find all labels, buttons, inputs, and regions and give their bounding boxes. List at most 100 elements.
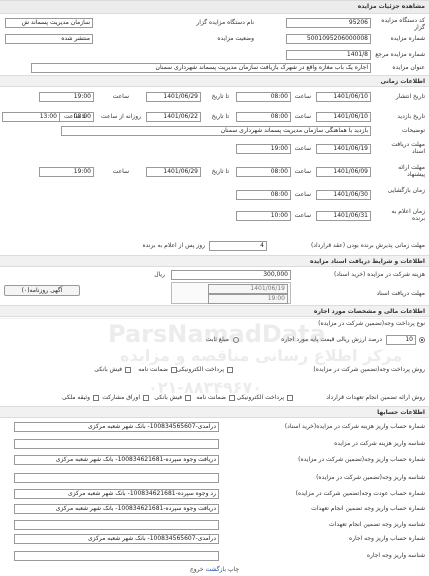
financial-section-header: اطلاعات مالی و مشخصات مورد اجاره [0, 305, 429, 317]
account-row-label: شناسه واریز وجه تضمین انجام تعهدات [329, 521, 425, 528]
pay-option-electronic-checkbox[interactable] [227, 367, 233, 373]
opening-label: زمان بازگشایی [387, 187, 425, 194]
account-row-label: شناسه واریز وجه(تضمین شرکت در مزایده) [316, 474, 425, 481]
visit-to-date-label: تا تاریخ [211, 113, 229, 120]
contract-option-electronic: پرداخت الکترونیکی [236, 394, 284, 401]
contract-option-bonds-checkbox[interactable] [143, 395, 149, 401]
visit-time-label: ساعت [294, 113, 311, 120]
receive-deadline-box: 1401/06/19 19:00 [171, 282, 291, 304]
pay-option-guarantee-checkbox[interactable] [171, 367, 177, 373]
bid-to-time: 19:00 [39, 167, 94, 177]
contract-option-bonds: اوراق مشارکت [102, 394, 140, 401]
contract-option-guarantee: ضمانت نامه [196, 394, 226, 401]
account-row-label: شناسه واریز هزینه شرکت در مزایده [334, 440, 425, 447]
exit-link[interactable]: خروج [190, 566, 204, 573]
winner-time: 10:00 [236, 211, 291, 221]
contract-option-property: وثیقه ملکی [61, 394, 90, 401]
opening-time-label: ساعت [294, 191, 311, 198]
doc-deadline-label: مهلت دریافت اسناد [391, 141, 425, 155]
footer: چاپ بازگشت خروج [0, 566, 429, 573]
visit-daily-to-label: تا ساعت [64, 113, 86, 120]
pay-method-label: روش پرداخت وجه(تضمین شرکت در مزایده) [313, 366, 425, 373]
contract-days-field: 4 [209, 241, 267, 251]
visit-from-date: 1401/06/10 [316, 112, 371, 122]
publish-time-label: ساعت [294, 93, 311, 100]
account-row-value [14, 473, 219, 483]
bid-deadline-label: مهلت ارائه پیشنهاد [398, 164, 425, 178]
percent-radio[interactable] [419, 337, 425, 343]
desc-label: توضیحات [401, 127, 425, 134]
docs-section-title: اطلاعات و شرایط دریافت اسناد مزایده [309, 258, 425, 265]
account-row-value: درآمدی-100834565607- بانک شهر شعبه مرکزی [14, 422, 219, 432]
print-link[interactable]: چاپ [228, 566, 239, 573]
financial-section-title: اطلاعات مالی و مشخصات مورد اجاره [313, 308, 425, 315]
page-title: مشاهده جزئیات مزایده [357, 3, 425, 10]
contract-option-electronic-checkbox[interactable] [287, 395, 293, 401]
visit-from-time: 08:00 [236, 112, 291, 122]
back-link[interactable]: بازگشت [206, 566, 227, 573]
bid-time-label: ساعت [294, 168, 311, 175]
timing-section-header: اطلاعات زمانی [0, 75, 429, 87]
account-row-label: شماره حساب واریز هزینه شرکت در مزایده(خر… [284, 423, 425, 430]
opening-time: 08:00 [236, 190, 291, 200]
auction-no-label: شماره مزایده [390, 35, 425, 42]
percent-field: 10 [386, 335, 416, 345]
accounts-section-title: اطلاعات حسابها [377, 409, 425, 416]
watermark-rule [0, 318, 429, 319]
winner-time-label: ساعت [294, 212, 311, 219]
pay-option-electronic: پرداخت الکترونیکی [176, 366, 224, 373]
account-row-label: شماره حساب عودت وجه(تضمین شرکت در مزایده… [295, 490, 425, 497]
doc-deadline-time: 19:00 [236, 144, 291, 154]
bid-to-time-label: ساعت [112, 168, 129, 175]
pay-option-receipt-checkbox[interactable] [125, 367, 131, 373]
page-title-bar: مشاهده جزئیات مزایده [0, 0, 429, 14]
guarantee-type-label: نوع پرداخت وجه(تضمین شرکت در مزایده) [318, 320, 425, 327]
contract-option-receipt: فیش بانکی [154, 394, 182, 401]
receive-date: 1401/06/19 [208, 284, 288, 294]
publish-from-date: 1401/06/10 [316, 92, 371, 102]
contract-guarantee-label: روش ارائه تضمین انجام تعهدات قرارداد [326, 394, 425, 401]
status-field: منتشر شده [5, 34, 93, 44]
visit-to-date: 1401/06/22 [146, 112, 201, 122]
contract-label: مهلت زمانی پذیرش برنده بودن (عقد قرارداد… [310, 242, 425, 249]
account-row-label: شناسه واریز وجه اجاره [366, 552, 425, 559]
contract-option-receipt-checkbox[interactable] [185, 395, 191, 401]
amount-label: مبلغ ثابت [205, 336, 229, 343]
fee-field: 300,000 [171, 270, 291, 280]
code-field: 95206 [286, 18, 371, 28]
publish-label: تاریخ انتشار [395, 93, 425, 100]
account-row-value [14, 439, 219, 449]
code-label: کد دستگاه مزایده گزار [381, 17, 425, 31]
org-name-label: نام دستگاه مزایده گزار [196, 19, 254, 26]
amount-radio[interactable] [233, 337, 239, 343]
doc-deadline-date: 1401/06/19 [316, 144, 371, 154]
newspaper-ad-button[interactable]: آگهی روزنامه(۰) [4, 285, 80, 296]
contract-option-property-checkbox[interactable] [93, 395, 99, 401]
visit-label: تاریخ بازدید [397, 113, 425, 120]
winner-label: زمان اعلام به برنده [391, 208, 425, 222]
winner-date: 1401/06/31 [316, 211, 371, 221]
watermark-brand: ParsNamadData [108, 320, 326, 348]
pay-option-guarantee: ضمانت نامه [138, 366, 168, 373]
fee-unit: ریال [154, 271, 165, 278]
publish-from-time: 08:00 [236, 92, 291, 102]
receive-time: 19:00 [208, 294, 288, 304]
account-row-value [14, 520, 219, 530]
fee-label: هزینه شرکت در مزایده (خرید اسناد) [333, 271, 425, 278]
bid-to-date-label: تا تاریخ [211, 168, 229, 175]
percent-label: درصد ارزش ریالی قیمت پایه مورد اجاره [281, 336, 382, 343]
bid-from-time: 08:00 [236, 167, 291, 177]
bid-to-date: 1401/06/29 [146, 167, 201, 177]
contract-option-guarantee-checkbox[interactable] [229, 395, 235, 401]
account-row-value [14, 551, 219, 561]
account-row-label: شماره حساب واریز وجه(تضمین شرکت در مزاید… [298, 456, 425, 463]
contract-days-suffix: روز پس از اعلام به برنده [142, 242, 205, 249]
org-name-field: سازمان مدیریت پسماند ش [5, 18, 93, 28]
account-row-label: شماره حساب واریز وجه اجاره [348, 535, 425, 542]
accounts-section-header: اطلاعات حسابها [0, 406, 429, 418]
status-label: وضعیت مزایده [217, 35, 254, 42]
publish-to-time: 19:00 [39, 92, 94, 102]
account-row-value: دریافت وجوه سپرده-100834621681- بانک شهر… [14, 504, 219, 514]
pay-option-receipt: فیش بانکی [94, 366, 122, 373]
opening-date: 1401/06/30 [316, 190, 371, 200]
